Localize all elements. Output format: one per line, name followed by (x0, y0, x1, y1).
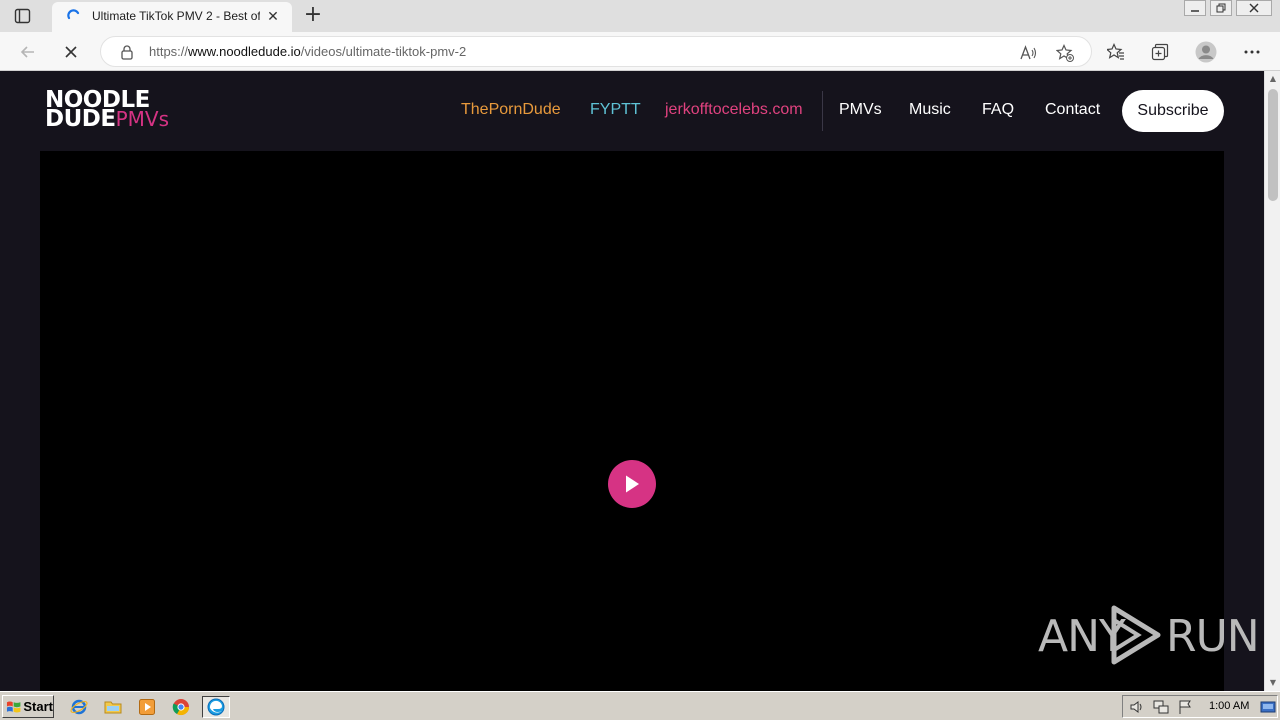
action-center-flag-icon[interactable] (1177, 699, 1193, 715)
tab-close-icon[interactable]: ✕ (264, 8, 282, 26)
chrome-icon[interactable] (170, 696, 192, 718)
browser-tab[interactable]: Ultimate TikTok PMV 2 - Best of ✕ (52, 2, 292, 32)
close-window-icon[interactable] (1236, 0, 1272, 16)
scroll-up-arrow-icon[interactable]: ▲ (1269, 75, 1277, 83)
play-button[interactable] (608, 460, 656, 508)
url-path: /videos/ultimate-tiktok-pmv-2 (300, 44, 467, 59)
windows-flag-icon (6, 700, 21, 713)
lock-icon[interactable] (119, 44, 135, 60)
minimize-icon[interactable] (1184, 0, 1206, 16)
window-controls (1180, 0, 1272, 18)
back-arrow-icon[interactable] (17, 41, 39, 63)
nav-divider (822, 91, 823, 131)
nav-link-jerkofftocelebs[interactable]: jerkofftocelebs.com (665, 101, 803, 119)
more-options-icon[interactable] (1241, 41, 1263, 63)
browser-tab-strip: Ultimate TikTok PMV 2 - Best of ✕ + (0, 0, 1280, 32)
play-icon (626, 475, 639, 493)
windows-taskbar: Start 1:00 AM (0, 691, 1280, 720)
watermark-right: RUN (1166, 611, 1260, 662)
watermark-play-icon (1108, 604, 1162, 666)
address-bar[interactable]: https://www.noodledude.io/videos/ultimat… (100, 36, 1092, 67)
tab-title: Ultimate TikTok PMV 2 - Best of (92, 9, 260, 23)
favorites-icon[interactable] (1105, 41, 1127, 63)
url-text[interactable]: https://www.noodledude.io/videos/ultimat… (149, 44, 466, 59)
loading-spinner-icon (66, 9, 82, 25)
read-aloud-icon[interactable] (1019, 43, 1039, 63)
collections-icon[interactable] (1149, 41, 1171, 63)
anyrun-watermark: ANY RUN (1038, 604, 1260, 669)
nav-link-contact[interactable]: Contact (1045, 101, 1100, 119)
internet-explorer-icon[interactable] (68, 696, 90, 718)
system-tray: 1:00 AM (1122, 695, 1278, 718)
network-icon[interactable] (1153, 699, 1169, 715)
nav-link-faq[interactable]: FAQ (982, 101, 1014, 119)
browser-toolbar: https://www.noodledude.io/videos/ultimat… (0, 32, 1280, 71)
add-favorite-icon[interactable] (1055, 43, 1075, 63)
nav-link-pmvs[interactable]: PMVs (839, 101, 882, 119)
taskbar-clock: 1:00 AM (1209, 700, 1250, 712)
restore-icon[interactable] (1210, 0, 1232, 16)
main-nav: ThePornDude FYPTT jerkofftocelebs.com PM… (0, 71, 1264, 151)
edge-icon[interactable] (202, 696, 230, 718)
scroll-down-arrow-icon[interactable]: ▼ (1269, 679, 1277, 687)
subscribe-button[interactable]: Subscribe (1122, 90, 1224, 132)
start-button[interactable]: Start (2, 695, 54, 718)
tab-actions-icon[interactable] (14, 8, 32, 24)
new-tab-button[interactable]: + (302, 4, 324, 27)
site-header: NOODLE DUDEPMVs ThePornDude FYPTT jerkof… (0, 71, 1264, 151)
page-scrollbar[interactable]: ▲ ▼ (1264, 71, 1280, 691)
nav-link-fyptt[interactable]: FYPTT (590, 101, 641, 119)
nav-link-music[interactable]: Music (909, 101, 951, 119)
volume-icon[interactable] (1129, 699, 1145, 715)
nav-link-theporndude[interactable]: ThePornDude (461, 101, 561, 119)
folder-icon[interactable] (102, 696, 124, 718)
page-viewport: NOODLE DUDEPMVs ThePornDude FYPTT jerkof… (0, 71, 1264, 691)
stop-loading-icon[interactable] (60, 41, 82, 63)
url-scheme: https:// (149, 44, 189, 59)
scroll-thumb[interactable] (1268, 89, 1278, 201)
url-host: www.noodledude.io (188, 44, 301, 59)
show-desktop-icon[interactable] (1260, 699, 1276, 715)
media-player-icon[interactable] (136, 696, 158, 718)
profile-avatar-icon[interactable] (1195, 41, 1217, 63)
start-label: Start (23, 699, 53, 714)
